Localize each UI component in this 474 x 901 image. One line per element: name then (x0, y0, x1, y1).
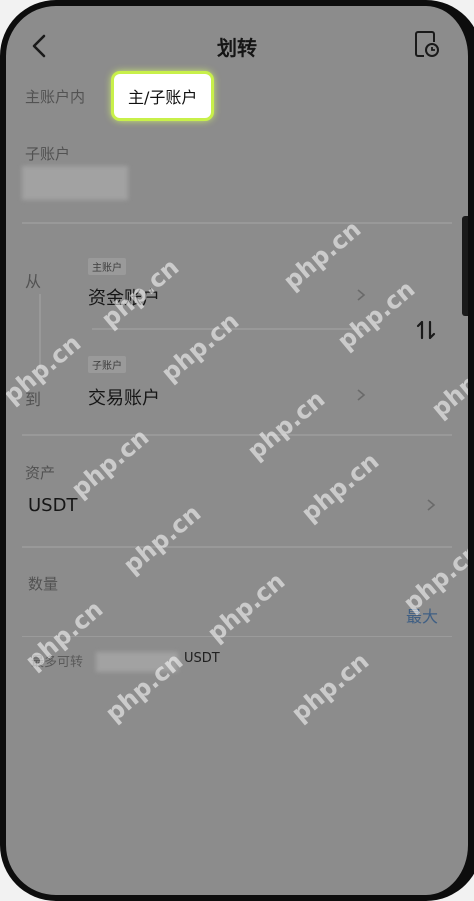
watermark: php.cn (426, 342, 474, 424)
watermark: php.cn (278, 214, 367, 296)
to-account-tag: 子账户 (88, 356, 126, 373)
watermark: php.cn (286, 646, 375, 728)
sub-account-label: 子账户 (25, 145, 71, 163)
watermark: php.cn (0, 328, 87, 410)
max-transferable-unit: USDT (184, 651, 220, 666)
page-title: 划转 (217, 36, 257, 60)
to-account-select[interactable]: 交易账户 (88, 384, 160, 410)
watermark: php.cn (242, 384, 331, 466)
phone-side-button (462, 216, 468, 316)
watermark: php.cn (156, 306, 245, 388)
chevron-right-icon[interactable] (426, 498, 436, 512)
chevron-right-icon[interactable] (356, 388, 366, 402)
document-clock-icon[interactable] (414, 30, 440, 58)
amount-input-underline[interactable] (22, 636, 452, 637)
header: 划转 (6, 6, 468, 78)
divider (22, 222, 452, 224)
divider (22, 434, 452, 436)
swap-vertical-icon[interactable] (414, 318, 438, 342)
phone-frame: 划转 主账户内 主/子账户 子账户 从 到 主账户 资金账户 子账户 交易账户 … (0, 0, 474, 901)
account-type-tooltip[interactable]: 主/子账户 (114, 74, 212, 118)
amount-label: 数量 (28, 575, 59, 593)
asset-select[interactable]: USDT (28, 495, 77, 516)
chevron-right-icon[interactable] (356, 288, 366, 302)
divider (22, 546, 452, 548)
main-account-label: 主账户内 (25, 88, 86, 106)
from-account-tag: 主账户 (88, 258, 126, 275)
watermark: php.cn (296, 446, 385, 528)
sub-account-value-redacted[interactable] (22, 166, 128, 200)
watermark: php.cn (118, 498, 207, 580)
from-label: 从 (25, 272, 42, 291)
asset-label: 资产 (25, 464, 56, 482)
watermark: php.cn (332, 274, 421, 356)
